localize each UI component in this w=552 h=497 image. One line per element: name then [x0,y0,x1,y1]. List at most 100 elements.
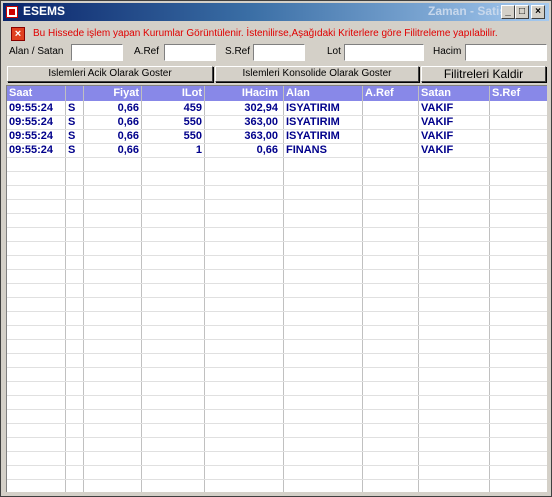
esems-window: ESEMS Zaman - Satis _ □ × × Bu Hissede i… [0,0,552,497]
grid-row-divider [7,185,547,186]
sref-label: S.Ref [225,46,251,57]
grid-column-divider [362,86,363,492]
app-icon [6,6,18,18]
header-ihacim[interactable]: IHacim [205,86,280,101]
lot-label: Lot [327,46,341,57]
cell-fiyat: 0,66 [117,144,139,156]
hacim-input[interactable] [465,44,547,61]
trades-grid[interactable]: Saat Fiyat ILot IHacim Alan A.Ref Satan … [6,85,547,492]
cell-alan: FINANS [286,144,327,156]
grid-row-divider [7,115,547,116]
cell-lot: 550 [183,130,202,142]
show-consolidated-button[interactable]: Islemleri Konsolide Olarak Goster [215,66,419,82]
grid-row-divider [7,227,547,228]
table-row[interactable]: 09:55:24 S 0,66 459 302,94 ISYATIRIM VAKIF [7,101,547,115]
grid-row-divider [7,241,547,242]
cell-satan: VAKIF [421,102,454,114]
alan-satan-input[interactable] [71,44,123,61]
table-row[interactable]: 09:55:24 S 0,66 550 363,00 ISYATIRIM VAKIF [7,129,547,143]
header-alan[interactable]: Alan [284,86,362,101]
close-button[interactable]: × [531,5,545,19]
cell-sref [490,129,547,143]
grid-row-divider [7,269,547,270]
minimize-button[interactable]: _ [501,5,515,19]
cell-side: S [68,130,76,142]
show-open-button[interactable]: Islemleri Acik Olarak Goster [7,66,213,82]
grid-row-divider [7,465,547,466]
cell-aref [363,115,418,129]
grid-row-divider [7,367,547,368]
cell-side: S [68,144,76,156]
grid-row-divider [7,213,547,214]
grid-row-divider [7,353,547,354]
table-row[interactable]: 09:55:24 S 0,66 1 0,66 FINANS VAKIF [7,143,547,157]
grid-row-divider [7,199,547,200]
cell-hacim: 302,94 [244,102,278,114]
cell-saat: 09:55:24 [9,102,54,114]
cell-hacim: 363,00 [244,130,278,142]
cell-saat: 09:55:24 [9,144,54,156]
header-aref[interactable]: A.Ref [363,86,418,101]
cell-sref [490,115,547,129]
grid-column-divider [204,86,205,492]
lot-input[interactable] [344,44,424,61]
grid-row-divider [7,395,547,396]
maximize-button[interactable]: □ [515,5,529,19]
cell-side: S [68,102,76,114]
grid-row-divider [7,423,547,424]
sref-input[interactable] [253,44,305,61]
header-ilot[interactable]: ILot [142,86,204,101]
cell-saat: 09:55:24 [9,116,54,128]
grid-row-divider [7,143,547,144]
header-fiyat[interactable]: Fiyat [84,86,141,101]
grid-row-divider [7,311,547,312]
cell-fiyat: 0,66 [117,116,139,128]
grid-column-divider [83,86,84,492]
cell-alan: ISYATIRIM [286,102,340,114]
header-satan[interactable]: Satan [419,86,489,101]
aref-input[interactable] [164,44,216,61]
header-sref[interactable]: S.Ref [490,86,547,101]
grid-row-divider [7,255,547,256]
cell-hacim: 363,00 [244,116,278,128]
grid-header: Saat Fiyat ILot IHacim Alan A.Ref Satan … [7,86,547,101]
cell-alan: ISYATIRIM [286,116,340,128]
info-message: Bu Hissede işlem yapan Kurumlar Görüntül… [33,28,498,39]
grid-column-divider [65,86,66,492]
aref-label: A.Ref [134,46,160,57]
cell-sref [490,101,547,115]
grid-column-divider [283,86,284,492]
cell-aref [363,101,418,115]
table-row[interactable]: 09:55:24 S 0,66 550 363,00 ISYATIRIM VAKIF [7,115,547,129]
alan-satan-label: Alan / Satan [9,46,64,57]
grid-row-divider [7,437,547,438]
grid-row-divider [7,297,547,298]
grid-row-divider [7,451,547,452]
cell-aref [363,129,418,143]
grid-row-divider [7,339,547,340]
grid-row-divider [7,283,547,284]
title-bar[interactable]: ESEMS Zaman - Satis _ □ × [3,3,549,21]
header-side[interactable] [66,86,83,101]
cell-saat: 09:55:24 [9,130,54,142]
header-saat[interactable]: Saat [7,86,65,101]
cell-hacim: 0,66 [256,144,278,156]
grid-column-divider [489,86,490,492]
clear-filters-button[interactable]: Filitreleri Kaldir [421,66,546,82]
grid-row-divider [7,381,547,382]
grid-row-divider [7,171,547,172]
cell-lot: 459 [183,102,202,114]
grid-column-divider [141,86,142,492]
window-title: ESEMS [23,4,66,18]
cell-side: S [68,116,76,128]
error-icon: × [11,27,25,41]
grid-row-divider [7,129,547,130]
cell-sref [490,143,547,157]
grid-row-divider [7,157,547,158]
cell-satan: VAKIF [421,144,454,156]
hacim-label: Hacim [433,46,462,57]
cell-fiyat: 0,66 [117,102,139,114]
grid-column-divider [418,86,419,492]
cell-lot: 1 [195,144,202,156]
cell-fiyat: 0,66 [117,130,139,142]
